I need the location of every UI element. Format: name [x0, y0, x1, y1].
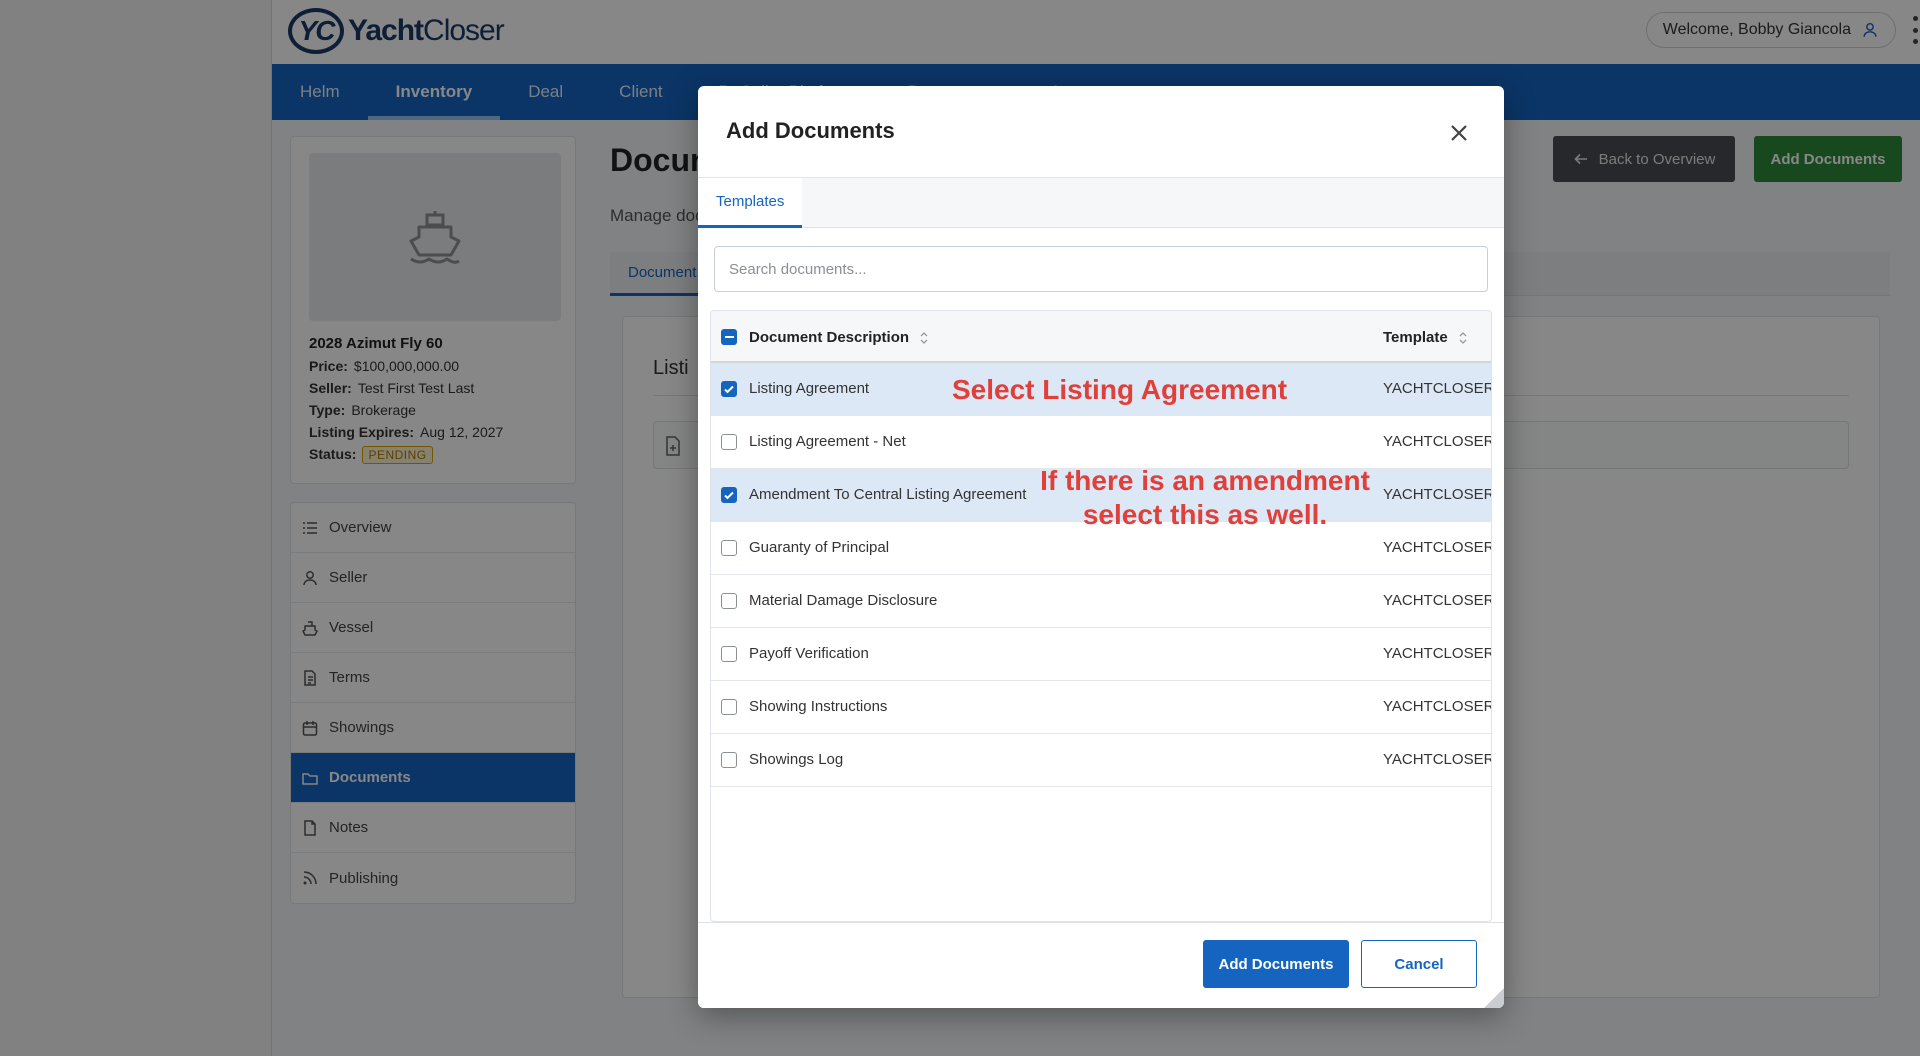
row-template: YACHTCLOSER: [1383, 380, 1492, 397]
table-header: Document Description Template: [711, 311, 1491, 363]
check-icon: [724, 491, 734, 500]
row-checkbox[interactable]: [721, 487, 737, 503]
row-description: Material Damage Disclosure: [749, 592, 938, 609]
row-checkbox[interactable]: [721, 434, 737, 450]
row-checkbox[interactable]: [721, 699, 737, 715]
table-row[interactable]: Showings Log YACHTCLOSER: [711, 734, 1492, 787]
row-description: Showing Instructions: [749, 698, 888, 715]
row-template: YACHTCLOSER: [1383, 645, 1492, 662]
row-checkbox[interactable]: [721, 593, 737, 609]
close-icon[interactable]: [1448, 122, 1470, 144]
row-description: Listing Agreement - Net: [749, 433, 906, 450]
modal-header: Add Documents: [698, 86, 1504, 178]
row-template: YACHTCLOSER: [1383, 698, 1492, 715]
row-checkbox[interactable]: [721, 540, 737, 556]
sort-icon: [920, 331, 928, 344]
row-template: YACHTCLOSER: [1383, 486, 1492, 503]
row-description: Payoff Verification: [749, 645, 869, 662]
annotation-select-listing: Select Listing Agreement: [952, 374, 1288, 405]
table-row[interactable]: Material Damage Disclosure YACHTCLOSER: [711, 575, 1492, 628]
row-description: Guaranty of Principal: [749, 539, 890, 556]
row-description: Amendment To Central Listing Agreement: [749, 486, 1027, 503]
search-input[interactable]: [714, 246, 1488, 292]
annotation-amendment: If there is an amendment select this as …: [1040, 465, 1370, 530]
modal-tabs: Templates: [698, 178, 1504, 228]
modal-cancel-button[interactable]: Cancel: [1361, 940, 1477, 988]
table-row[interactable]: Payoff Verification YACHTCLOSER: [711, 628, 1492, 681]
table-body: Listing Agreement YACHTCLOSER Listing Ag…: [711, 363, 1492, 787]
row-template: YACHTCLOSER: [1383, 751, 1492, 768]
row-checkbox[interactable]: [721, 752, 737, 768]
row-description: Listing Agreement: [749, 380, 870, 397]
sort-icon: [1459, 331, 1467, 344]
row-template: YACHTCLOSER: [1383, 433, 1492, 450]
modal-title: Add Documents: [726, 118, 895, 143]
table-row[interactable]: Listing Agreement - Net YACHTCLOSER: [711, 416, 1492, 469]
check-icon: [724, 385, 734, 394]
resize-handle[interactable]: [1484, 988, 1504, 1008]
row-template: YACHTCLOSER: [1383, 592, 1492, 609]
table-row[interactable]: Showing Instructions YACHTCLOSER: [711, 681, 1492, 734]
row-template: YACHTCLOSER: [1383, 539, 1492, 556]
row-checkbox[interactable]: [721, 381, 737, 397]
select-all-checkbox[interactable]: [721, 329, 737, 345]
row-description: Showings Log: [749, 751, 844, 768]
column-header-template[interactable]: Template: [1383, 329, 1468, 346]
column-header-description[interactable]: Document Description: [749, 329, 929, 346]
tab-templates[interactable]: Templates: [698, 178, 803, 228]
modal-add-documents-button[interactable]: Add Documents: [1203, 940, 1349, 988]
add-documents-modal: Add Documents Templates Document Descrip…: [698, 86, 1504, 1008]
row-checkbox[interactable]: [721, 646, 737, 662]
